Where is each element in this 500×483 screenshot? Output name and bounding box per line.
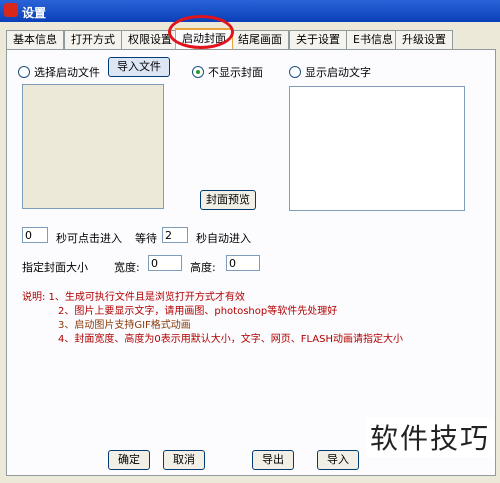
tab-basic-info[interactable]: 基本信息 xyxy=(6,30,64,49)
wait-seconds-input[interactable]: 2 xyxy=(162,227,188,243)
note-line-1: 说明: 1、生成可执行文件且是浏览打开方式才有效 xyxy=(22,292,245,303)
cover-image-preview xyxy=(22,84,164,209)
width-label: 宽度: xyxy=(114,261,140,274)
window-title: 设置 xyxy=(22,6,47,20)
tab-end-screen[interactable]: 结尾画面 xyxy=(231,30,289,49)
auto-enter-label: 秒自动进入 xyxy=(196,232,251,245)
radio-start-file-label: 选择启动文件 xyxy=(34,66,100,79)
height-input[interactable]: 0 xyxy=(226,255,260,271)
tab-ebook-info[interactable]: E书信息 xyxy=(346,30,400,49)
radio-circle xyxy=(18,66,30,78)
radio-start-file[interactable]: 选择启动文件 xyxy=(18,64,100,80)
radio-no-cover-label: 不显示封面 xyxy=(208,66,263,79)
cancel-button[interactable]: 取消 xyxy=(163,450,205,470)
note-line-3: 3、启动图片支持GIF格式动画 xyxy=(58,320,191,331)
cover-preview-button[interactable]: 封面预览 xyxy=(200,190,256,210)
title-bar: 设置 xyxy=(0,0,500,22)
highlight-circle xyxy=(168,15,234,49)
startup-text-area[interactable] xyxy=(289,86,465,211)
radio-circle xyxy=(289,66,301,78)
tab-open-mode[interactable]: 打开方式 xyxy=(64,30,122,49)
seconds-label: 秒可点击进入 xyxy=(56,232,122,245)
radio-circle xyxy=(192,66,204,78)
width-input[interactable]: 0 xyxy=(148,255,182,271)
radio-show-text[interactable]: 显示启动文字 xyxy=(289,64,371,80)
export-button[interactable]: 导出 xyxy=(252,450,294,470)
wait-label: 等待 xyxy=(135,232,157,245)
radio-show-text-label: 显示启动文字 xyxy=(305,66,371,79)
note-line-2: 2、图片上要显示文字，请用画图、photoshop等软件先处理好 xyxy=(58,306,338,317)
seconds-input[interactable]: 0 xyxy=(22,227,48,243)
app-icon xyxy=(4,3,18,17)
radio-no-cover[interactable]: 不显示封面 xyxy=(192,64,263,80)
cover-size-label: 指定封面大小 xyxy=(22,261,88,274)
height-label: 高度: xyxy=(190,261,216,274)
tab-strip: 基本信息 打开方式 权限设置 结尾画面 关于设置 E书信息 升级设置 启动封面 xyxy=(6,28,496,51)
import-file-button[interactable]: 导入文件 xyxy=(108,57,170,77)
ok-button[interactable]: 确定 xyxy=(108,450,150,470)
tab-about[interactable]: 关于设置 xyxy=(289,30,347,49)
note-line-4: 4、封面宽度、高度为0表示用默认大小，文字、网页、FLASH动画请指定大小 xyxy=(58,334,403,345)
import-button[interactable]: 导入 xyxy=(317,450,359,470)
tab-upgrade[interactable]: 升级设置 xyxy=(395,30,453,49)
watermark: 软件技巧 xyxy=(365,417,494,457)
